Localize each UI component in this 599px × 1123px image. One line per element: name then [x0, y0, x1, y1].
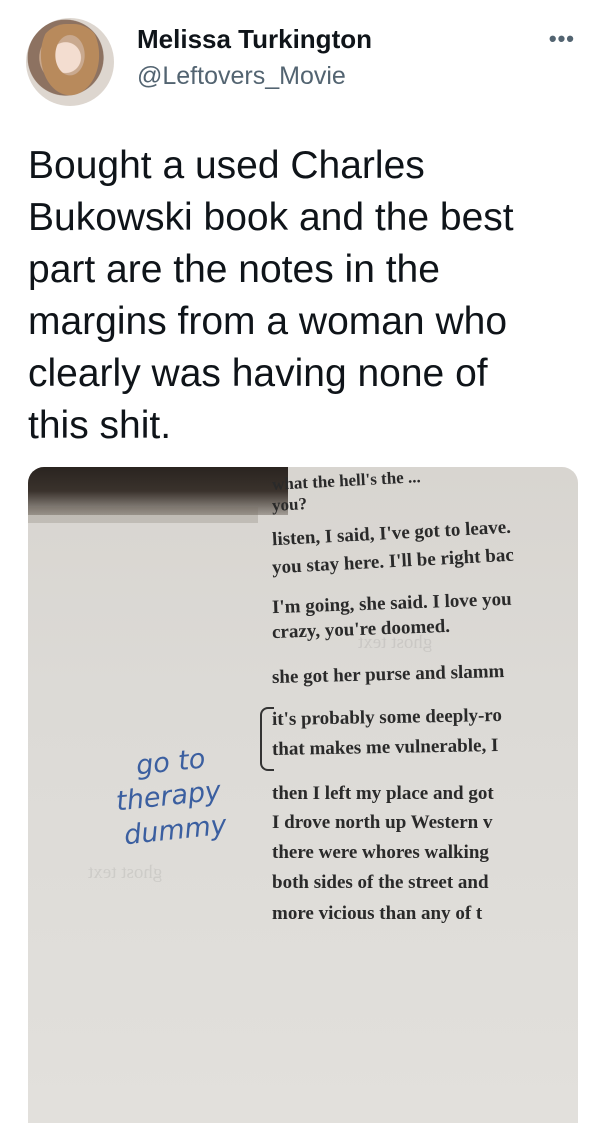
book-line: then I left my place and got: [272, 783, 494, 804]
book-line: there were whores walking: [272, 842, 489, 863]
book-shadow-soft: [28, 507, 258, 523]
handwritten-note: dummy: [122, 809, 229, 852]
book-line: what the hell's the ...: [271, 467, 422, 494]
user-handle[interactable]: @Leftovers_Movie: [137, 62, 346, 91]
avatar[interactable]: [26, 18, 114, 106]
book-line: I'm going, she said. I love you: [271, 588, 512, 619]
avatar-hair: [36, 24, 104, 102]
tweet-card: Melissa Turkington @Leftovers_Movie ••• …: [0, 0, 599, 1123]
book-line: both sides of the street and: [272, 872, 489, 893]
tweet-text-line: margins from a woman who: [28, 300, 508, 343]
tweet-text-line: this shit.: [28, 404, 172, 447]
bleed-through-text: ghost text: [88, 862, 163, 883]
display-name[interactable]: Melissa Turkington: [137, 24, 372, 55]
book-line: you?: [271, 494, 308, 515]
tweet-text-line: clearly was having none of: [28, 352, 488, 395]
tweet-text-line: Bought a used Charles: [28, 144, 425, 187]
tweet-photo[interactable]: ghost text ghost text what the hell's th…: [28, 467, 578, 1123]
book-line: more vicious than any of t: [272, 903, 483, 924]
tweet-text-line: Bukowski book and the best: [28, 196, 514, 239]
book-line: it's probably some deeply-ro: [271, 704, 503, 731]
tweet-text-line: part are the notes in the: [28, 248, 440, 291]
tweet-text: Bought a used Charles Bukowski book and …: [28, 140, 573, 452]
book-line: that makes me vulnerable, I: [271, 735, 499, 760]
more-options-icon[interactable]: •••: [549, 26, 575, 52]
handwritten-note: go to: [134, 743, 207, 782]
book-line: you stay here. I'll be right bac: [271, 544, 515, 579]
book-line: she got her purse and slamm: [271, 660, 505, 689]
book-line: I drove north up Western v: [272, 812, 493, 833]
